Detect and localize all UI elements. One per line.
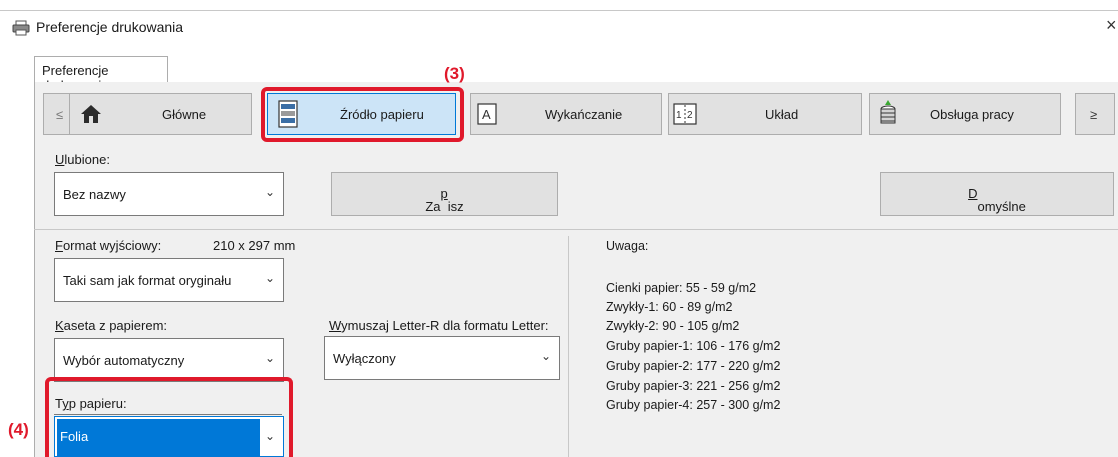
note-line: Gruby papier-3: 221 - 256 g/m2 (606, 379, 781, 393)
note-line: Zwykły-1: 60 - 89 g/m2 (606, 300, 733, 314)
note-line: Cienki papier: 55 - 59 g/m2 (606, 281, 757, 295)
svg-text:2: 2 (687, 110, 693, 121)
highlight-box-step3 (261, 87, 464, 142)
window-title: Preferencje drukowania (36, 19, 184, 35)
nav-finishing-label: Wykańczanie (545, 107, 623, 122)
letter-r-label: Wymuszaj Letter-R dla formatu Letter: (329, 318, 549, 333)
output-format-select[interactable]: Taki sam jak format oryginału ⌄ (54, 258, 284, 302)
favorites-value: Bez nazwy (63, 187, 126, 202)
note-line: Gruby papier-2: 177 - 220 g/m2 (606, 359, 781, 373)
nav-layout-button[interactable]: 1 2 Układ (668, 93, 862, 135)
callout-step3: (3) (444, 64, 465, 83)
note-line: Gruby papier-4: 257 - 300 g/m2 (606, 398, 781, 412)
finishing-icon: A (477, 103, 497, 128)
save-button[interactable]: Zapisz (331, 172, 558, 216)
callout-step4: (4) (8, 420, 29, 439)
home-icon (80, 104, 102, 127)
nav-prev-label: ≤ (56, 107, 64, 122)
paper-tray-label: Kaseta z papierem: (55, 318, 168, 333)
paper-tray-select[interactable]: Wybór automatyczny ⌄ (54, 338, 284, 382)
defaults-button-label: Domyślne (968, 186, 1026, 214)
output-format-label: Format wyjściowy: (55, 238, 162, 253)
chevron-down-icon: ⌄ (264, 185, 275, 199)
section-divider (34, 229, 1118, 230)
chevron-down-icon: ⌄ (264, 351, 275, 365)
chevron-down-icon: ⌄ (264, 271, 275, 285)
top-border (0, 10, 1118, 11)
printer-icon (12, 20, 30, 36)
defaults-button[interactable]: Domyślne (880, 172, 1114, 216)
nav-next-label: ≥ (1090, 107, 1098, 122)
chevron-down-icon: ⌄ (540, 349, 551, 363)
note-line: Gruby papier-1: 106 - 176 g/m2 (606, 339, 781, 353)
nav-finishing-button[interactable]: A Wykańczanie (470, 93, 662, 135)
nav-main-label: Główne (162, 107, 207, 122)
save-button-label: Zapisz (425, 186, 464, 214)
notes-divider (568, 236, 569, 457)
output-format-size: 210 x 297 mm (213, 238, 296, 253)
nav-layout-label: Układ (765, 107, 799, 122)
nav-job-handling-label: Obsługa pracy (930, 107, 1014, 122)
svg-text:1: 1 (676, 110, 682, 121)
layout-icon: 1 2 (673, 103, 697, 128)
note-line: Zwykły-2: 90 - 105 g/m2 (606, 319, 740, 333)
tab-printing-preferences[interactable]: Preferencje drukowania (34, 56, 168, 93)
nav-next-button[interactable]: ≥ (1075, 93, 1115, 135)
paper-tray-value: Wybór automatyczny (63, 353, 185, 368)
favorites-label: Ulubione: (55, 152, 110, 167)
notes-heading: Uwaga: (606, 239, 649, 253)
close-button[interactable]: × (1106, 15, 1117, 36)
nav-job-handling-button[interactable]: Obsługa pracy (869, 93, 1061, 135)
nav-main-button[interactable]: Główne (69, 93, 252, 135)
highlight-box-step4 (45, 377, 293, 457)
letter-r-value: Wyłączony (333, 351, 396, 366)
job-handling-icon (878, 98, 898, 131)
svg-text:A: A (482, 107, 491, 122)
letter-r-select[interactable]: Wyłączony ⌄ (324, 336, 560, 380)
output-format-value: Taki sam jak format oryginału (63, 273, 232, 288)
favorites-select[interactable]: Bez nazwy ⌄ (54, 172, 284, 216)
